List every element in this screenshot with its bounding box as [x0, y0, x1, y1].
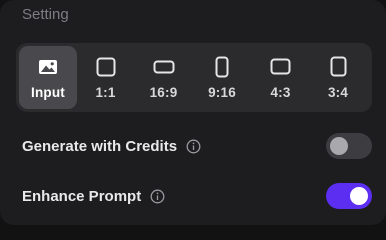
- aspect-option-3-4[interactable]: 3:4: [310, 46, 366, 109]
- enhance-prompt-row: Enhance Prompt: [22, 182, 372, 210]
- aspect-option-label: 1:1: [95, 84, 116, 100]
- aspect-ratio-selector: Input 1:1 16:9 9:16 4:3 3:4: [16, 43, 372, 112]
- aspect-option-label: Input: [31, 84, 65, 100]
- aspect-option-label: 9:16: [208, 84, 236, 100]
- info-icon[interactable]: [186, 139, 201, 154]
- generate-with-credits-toggle[interactable]: [326, 133, 372, 159]
- aspect-option-input[interactable]: Input: [19, 46, 77, 109]
- generate-with-credits-row: Generate with Credits: [22, 132, 372, 160]
- square-ratio-icon: [96, 56, 116, 78]
- enhance-prompt-label: Enhance Prompt: [22, 187, 142, 205]
- aspect-option-label: 3:4: [327, 84, 349, 100]
- aspect-option-16-9[interactable]: 16:9: [134, 46, 193, 109]
- section-title: Setting: [22, 6, 69, 23]
- landscape-ratio-icon: [270, 56, 291, 78]
- image-icon: [38, 56, 58, 78]
- enhance-prompt-toggle[interactable]: [326, 183, 372, 209]
- info-icon[interactable]: [150, 189, 165, 204]
- generate-with-credits-label: Generate with Credits: [22, 137, 178, 155]
- portrait-ratio-icon: [330, 56, 347, 78]
- toggle-knob: [350, 187, 368, 205]
- aspect-option-9-16[interactable]: 9:16: [193, 46, 251, 109]
- portrait-ratio-icon: [215, 56, 229, 78]
- landscape-ratio-icon: [153, 56, 175, 78]
- aspect-option-label: 4:3: [270, 84, 291, 100]
- toggle-knob: [330, 137, 348, 155]
- aspect-option-1-1[interactable]: 1:1: [77, 46, 134, 109]
- aspect-option-4-3[interactable]: 4:3: [251, 46, 310, 109]
- settings-panel: Setting Input 1:1 16:9 9:16 4:3 3:4 Gene…: [0, 0, 386, 225]
- aspect-option-label: 16:9: [149, 84, 178, 100]
